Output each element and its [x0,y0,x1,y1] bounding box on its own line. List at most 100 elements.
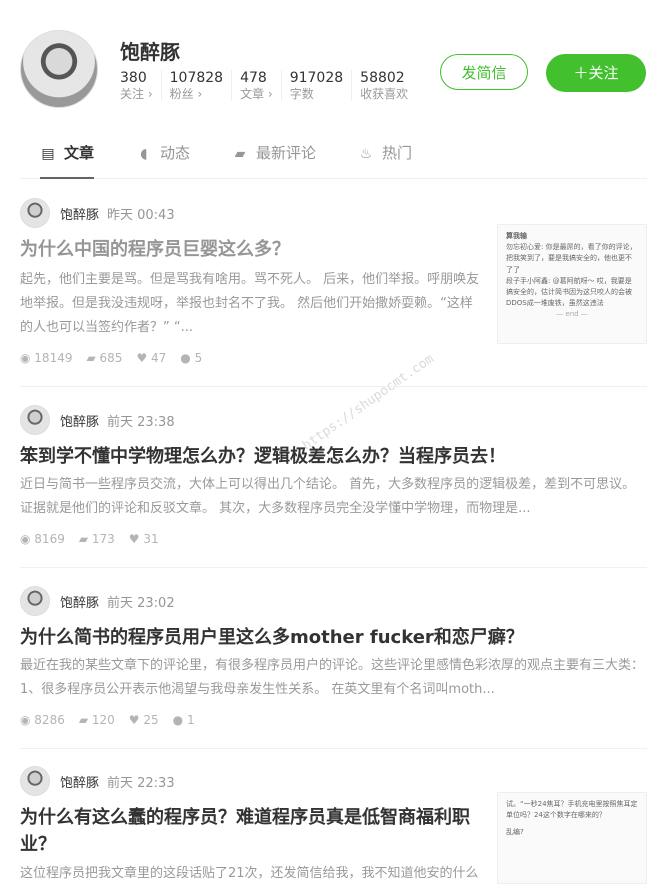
likes-count: ♥ 47 [136,351,166,365]
profile-stats: 380 关注 › 107828 粉丝 › 478 文章 › 917028 字数 … [120,70,424,102]
likes-count: ♥ 25 [129,713,159,727]
profile-tabs: ▤ 文章 ◖ 动态 ▰ 最新评论 ♨ 热门 [20,130,647,179]
article-abstract: 起先，他们主要是骂。但是骂我有啥用。骂不死人。 后来，他们举报。呼朋唤友地举报。… [20,272,480,335]
stat-value: 107828 [169,70,224,86]
comments-value: 120 [91,713,115,727]
tab-articles[interactable]: ▤ 文章 [40,130,95,179]
article-title[interactable]: 为什么有这么蠢的程序员？难道程序员真是低智商福利职业？ [20,804,480,858]
tab-latest-comments[interactable]: ▰ 最新评论 [232,130,316,177]
thumb-text: 段子手小阿鑫: @葛阿航呀～ 哎，我要是搞安全的，估计简书因为这只咬人的会被DD… [506,276,632,308]
stat-followers[interactable]: 107828 粉丝 › [169,70,233,102]
author-name[interactable]: 饱醉豚 [60,411,99,430]
stat-articles[interactable]: 478 文章 › [240,70,282,102]
avatar[interactable] [20,30,98,108]
article-metrics: ◉ 8286 ▰ 120 ♥ 25 ● 1 [20,713,195,727]
eye-icon: ◉ [20,532,35,546]
tab-label: 热门 [382,144,413,162]
thumb-text: 算我输 [506,232,527,240]
article-thumbnail[interactable]: 试。“一秒24焦耳？手机充电里按照焦耳定单位吗？24这个数字在哪来的？ 乱编? [497,792,647,884]
tab-label: 动态 [160,144,191,162]
stat-value: 380 [120,70,147,86]
stat-label: 收获喜欢 [360,86,409,101]
author-name[interactable]: 饱醉豚 [60,204,99,223]
rewards-count: ● 5 [180,351,202,365]
stat-value: 58802 [360,70,405,86]
article-abstract: 近日与简书一些程序员交流，大体上可以得出几个结论。 首先，大多数程序员的逻辑极差… [20,477,636,516]
coin-icon: ● [172,713,187,727]
article-title[interactable]: 为什么简书的程序员用户里这么多mother fucker和恋尸癖？ [20,624,647,651]
article-metrics: ◉ 8169 ▰ 173 ♥ 31 [20,532,159,546]
thumb-text: 勿忘初心爱: 你是最屌的，看了你的评论，把我笑到了，要是我搞安全的，他也更不了了 [506,243,637,274]
rewards-count: ● 1 [173,713,195,727]
tab-label: 文章 [64,144,95,162]
comments-value: 685 [99,351,123,365]
eye-icon: ◉ [20,713,35,727]
publish-time: 前天 23:38 [107,415,175,430]
stat-likes-received: 58802 收获喜欢 [360,70,416,101]
stat-following[interactable]: 380 关注 › [120,70,162,102]
views-count[interactable]: ◉ 8169 [20,532,65,546]
list-item: 饱醉豚 前天 23:02 为什么简书的程序员用户里这么多mother fucke… [20,586,647,749]
comments-count[interactable]: ▰ 120 [79,713,115,727]
comment-icon: ▰ [86,351,100,365]
avatar[interactable] [20,586,50,616]
list-item: 饱醉豚 前天 22:33 为什么有这么蠢的程序员？难道程序员真是低智商福利职业？… [20,766,647,884]
thumb-text: 试。“一秒24焦耳？手机充电里按照焦耳定单位吗？24这个数字在哪来的？ [506,800,638,820]
document-icon: ▤ [41,146,55,162]
article-title[interactable]: 为什么中国的程序员巨婴这么多？ [20,236,490,263]
likes-value: 25 [143,713,159,727]
publish-time: 前天 22:33 [107,776,175,791]
heart-icon: ♥ [128,713,144,727]
article-abstract: 最近在我的某些文章下的评论里，有很多程序员用户的评论。这些评论里感情色彩浓厚的观… [20,658,645,697]
views-count[interactable]: ◉ 8286 [20,713,65,727]
article-title[interactable]: 笨到学不懂中学物理怎么办？逻辑极差怎么办？当程序员去！ [20,443,647,470]
rewards-value: 5 [194,351,203,365]
list-item: 饱醉豚 昨天 00:43 为什么中国的程序员巨婴这么多？ 起先，他们主要是骂。但… [20,198,647,387]
stat-label: 字数 [289,86,314,101]
tab-label: 最新评论 [256,144,317,162]
publish-time: 前天 23:02 [107,596,175,611]
avatar[interactable] [20,198,50,228]
eye-icon: ◉ [20,351,35,365]
views-value: 8286 [34,713,65,727]
likes-count: ♥ 31 [129,532,159,546]
stat-label: 文章 › [240,86,273,101]
views-value: 18149 [34,351,73,365]
send-message-button[interactable]: 发简信 [440,54,528,90]
comments-count[interactable]: ▰ 685 [86,351,122,365]
bell-icon: ◖ [140,146,148,162]
author-name[interactable]: 饱醉豚 [60,772,99,791]
article-thumbnail[interactable]: 算我输 勿忘初心爱: 你是最屌的，看了你的评论，把我笑到了，要是我搞安全的，他也… [497,224,647,344]
comment-icon: ▰ [78,532,92,546]
username[interactable]: 饱醉豚 [120,36,180,65]
stat-value: 478 [240,70,267,86]
coin-icon: ● [180,351,195,365]
thumb-text: 乱编? [506,828,524,837]
follow-button[interactable]: ＋关注 [546,54,646,92]
stat-label: 粉丝 › [169,86,203,101]
comments-value: 173 [91,532,115,546]
fire-icon: ♨ [359,146,373,162]
views-value: 8169 [34,532,65,546]
list-item: 饱醉豚 前天 23:38 笨到学不懂中学物理怎么办？逻辑极差怎么办？当程序员去！… [20,405,647,568]
views-count[interactable]: ◉ 18149 [20,351,72,365]
avatar[interactable] [20,766,50,796]
comments-count[interactable]: ▰ 173 [79,532,115,546]
rewards-value: 1 [186,713,195,727]
tab-hot[interactable]: ♨ 热门 [358,130,412,177]
comment-icon: ▰ [78,713,92,727]
tab-activity[interactable]: ◖ 动态 [136,130,190,177]
heart-icon: ♥ [136,351,152,365]
avatar[interactable] [20,405,50,435]
article-metrics: ◉ 18149 ▰ 685 ♥ 47 ● 5 [20,351,202,365]
publish-time: 昨天 00:43 [107,208,175,223]
heart-icon: ♥ [128,532,144,546]
profile-header: 饱醉豚 380 关注 › 107828 粉丝 › 478 文章 › 917028… [20,30,647,110]
stat-label: 关注 › [120,86,153,101]
thumb-text: — end — [556,310,588,319]
article-abstract: 这位程序员把我文章里的这段话贴了21次，还发简信给我，我不知道他安的什么 [20,866,479,881]
likes-value: 47 [151,351,167,365]
comment-icon: ▰ [234,146,246,162]
author-name[interactable]: 饱醉豚 [60,592,99,611]
likes-value: 31 [143,532,159,546]
